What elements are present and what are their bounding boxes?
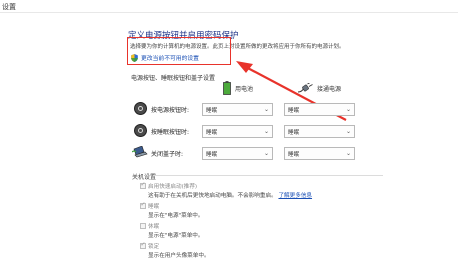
power-button-icon [134, 102, 147, 115]
learn-more-link[interactable]: 了解更多信息 [278, 193, 312, 199]
section-divider [153, 175, 383, 176]
hibernate-description: 显示在"电源"菜单中。 [148, 233, 204, 239]
chevron-down-icon: ⌄ [345, 128, 351, 135]
lid-close-plugged-select[interactable]: 睡眠 ⌄ [284, 147, 355, 160]
fast-startup-label: 启用快速启动(推荐) [148, 184, 198, 190]
lid-close-battery-value: 睡眠 [206, 151, 218, 158]
battery-column-header: 用电池 [223, 81, 253, 95]
power-plug-icon [297, 83, 313, 93]
power-button-plugged-value: 睡眠 [288, 107, 300, 114]
hibernate-label: 休眠 [148, 224, 160, 230]
power-button-battery-value: 睡眠 [206, 107, 218, 114]
sleep-button-plugged-select[interactable]: 睡眠 ⌄ [284, 125, 355, 138]
fast-startup-description-text: 这有助于在关机后更快地启动电脑。不会影响重启。 [148, 193, 277, 199]
sleep-button-battery-select[interactable]: 睡眠 ⌄ [202, 125, 273, 138]
chevron-down-icon: ⌄ [345, 150, 351, 157]
sleep-label: 睡眠 [148, 204, 160, 210]
lid-close-battery-select[interactable]: 睡眠 ⌄ [202, 147, 273, 160]
battery-column-label: 用电池 [235, 85, 254, 93]
sleep-checkbox[interactable] [140, 201, 146, 209]
laptop-lid-icon [132, 146, 148, 158]
chevron-down-icon: ⌄ [263, 128, 269, 135]
sleep-button-plugged-value: 睡眠 [288, 129, 300, 136]
power-options-window: 设置 定义电源按钮并启用密码保护 选择要为你的计算机的电源设置。此页上对设置所做… [0, 0, 458, 267]
lid-close-label: 关闭盖子时: [151, 151, 184, 158]
power-buttons-section-title: 电源按钮、睡眠按钮和盖子设置 [131, 75, 216, 82]
chevron-down-icon: ⌄ [263, 106, 269, 113]
sleep-description: 显示在"电源"菜单中。 [148, 213, 204, 219]
lock-label: 锁定 [148, 244, 160, 250]
sleep-button-label: 按睡眠按钮时: [151, 129, 190, 136]
battery-icon [223, 81, 231, 95]
chevron-down-icon: ⌄ [345, 106, 351, 113]
fast-startup-checkbox[interactable] [140, 181, 146, 189]
power-button-battery-select[interactable]: 睡眠 ⌄ [202, 103, 273, 116]
lock-description: 显示在用户头像菜单中。 [148, 253, 210, 259]
plugged-column-label: 接通电源 [317, 85, 342, 93]
hibernate-checkbox[interactable] [140, 223, 146, 229]
lock-checkbox[interactable] [140, 241, 146, 249]
sleep-button-icon [134, 124, 147, 137]
power-button-plugged-select[interactable]: 睡眠 ⌄ [284, 103, 355, 116]
power-button-label: 按电源按钮时: [151, 107, 190, 114]
lid-close-plugged-value: 睡眠 [288, 151, 300, 158]
fast-startup-description: 这有助于在关机后更快地启动电脑。不会影响重启。 了解更多信息 [148, 191, 312, 199]
chevron-down-icon: ⌄ [263, 150, 269, 157]
sleep-button-battery-value: 睡眠 [206, 129, 218, 136]
plugged-column-header: 接通电源 [297, 83, 341, 93]
